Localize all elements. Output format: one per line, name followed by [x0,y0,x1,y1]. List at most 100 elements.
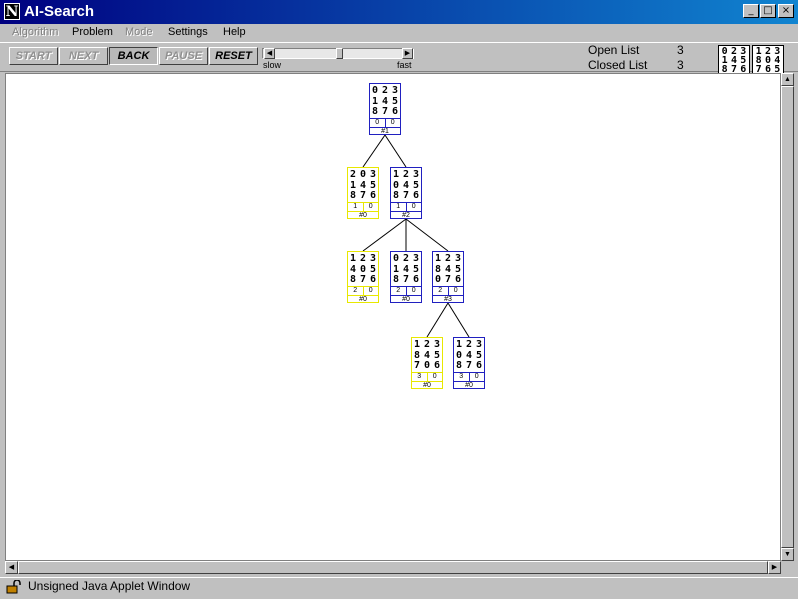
board-tile: 7 [402,274,410,286]
node-board: 123405876 [348,252,378,286]
board-tile: 0 [423,360,431,372]
tree-node[interactable]: 1 2 3 0 4 5 8 7 6 1 0 #2 [390,167,422,219]
tree-node[interactable]: 1 2 3 4 0 5 8 7 6 2 0 #0 [347,251,379,303]
menu-problem[interactable]: Problem [72,25,113,39]
tree-edge [405,218,449,252]
tree-node[interactable]: 2 0 3 1 4 5 8 7 6 1 0 #0 [347,167,379,219]
node-g-cost: 1 [348,203,364,211]
minimize-button[interactable]: _ [743,4,759,18]
speed-fast-label: fast [397,60,412,70]
board-tile: 8 [349,274,357,286]
board-tile: 8 [349,190,357,202]
tree-node[interactable]: 0 2 3 1 4 5 8 7 6 2 0 #0 [390,251,422,303]
board-tile: 6 [475,360,483,372]
tree-node[interactable]: 0 2 3 1 4 5 8 7 6 0 0 #1 [369,83,401,135]
node-id-label: #0 [391,295,421,304]
board-tile: 7 [359,274,367,286]
board-tile: 6 [412,274,420,286]
speed-slow-label: slow [263,60,282,70]
board-tile: 6 [412,190,420,202]
node-costs: 20 [391,286,421,295]
closed-list-label: Closed List [588,58,648,72]
node-h-cost: 0 [474,373,479,380]
board-tile: 7 [444,274,452,286]
pause-button[interactable]: PAUSE [159,47,208,65]
node-board: 123845706 [412,338,442,372]
menu-settings[interactable]: Settings [168,25,208,39]
board-tile: 8 [455,360,463,372]
toolbar: START NEXT BACK PAUSE RESET ◀ ▶ slow fas… [0,42,798,75]
menu-bar [0,24,798,42]
node-id-label: #0 [348,211,378,220]
scroll-up-icon[interactable]: ▲ [781,73,794,86]
node-id-label: #3 [433,295,463,304]
node-h-cost: 0 [368,203,373,210]
board-tile: 6 [369,190,377,202]
close-button[interactable]: × [778,4,794,18]
tree-edge [426,302,449,338]
start-button[interactable]: START [9,47,58,65]
board-tile: 8 [392,190,400,202]
node-id-label: #2 [391,211,421,220]
tree-edge [447,302,470,338]
menu-help[interactable]: Help [223,25,246,39]
node-h-cost: 0 [432,373,437,380]
node-board: 203145876 [348,168,378,202]
menu-algorithm[interactable]: Algorithm [12,25,58,39]
maximize-button[interactable]: □ [760,4,776,18]
node-h-cost: 0 [390,119,395,126]
tree-node[interactable]: 1 2 3 8 4 5 7 0 6 3 0 #0 [411,337,443,389]
node-id-label: #0 [454,381,484,390]
tree-node[interactable]: 1 2 3 0 4 5 8 7 6 3 0 #0 [453,337,485,389]
node-board: 123045876 [391,168,421,202]
node-h-cost: 0 [411,287,416,294]
board-tile: 0 [434,274,442,286]
closed-list-count: 3 [677,58,684,72]
netscape-logo-icon[interactable]: N [4,3,20,20]
board-tile: 6 [391,106,399,118]
status-text: Unsigned Java Applet Window [28,579,191,593]
menu-mode[interactable]: Mode [125,25,153,39]
node-g-cost: 2 [433,287,449,295]
node-g-cost: 2 [391,287,407,295]
horizontal-scroll-thumb[interactable] [18,561,768,574]
node-g-cost: 3 [412,373,428,381]
speed-slider-thumb[interactable] [336,48,343,59]
node-board: 023145876 [391,252,421,286]
node-costs: 20 [348,286,378,295]
board-tile: 6 [369,274,377,286]
tree-edge [362,218,407,252]
node-board: 123845076 [433,252,463,286]
node-g-cost: 2 [348,287,364,295]
board-tile: 6 [454,274,462,286]
board-tile: 6 [433,360,441,372]
scroll-down-icon[interactable]: ▼ [781,548,794,561]
node-costs: 30 [454,372,484,381]
node-h-cost: 0 [368,287,373,294]
board-tile: 7 [381,106,389,118]
next-button[interactable]: NEXT [59,47,108,65]
scroll-right-icon[interactable]: ▶ [768,561,781,574]
unlocked-padlock-icon [6,580,21,594]
board-tile: 7 [465,360,473,372]
node-board: 123045876 [454,338,484,372]
title-bar [0,0,798,24]
vertical-scroll-thumb[interactable] [781,86,794,548]
node-id-label: #0 [412,381,442,390]
scroll-left-icon[interactable]: ◀ [5,561,18,574]
back-button[interactable]: BACK [109,47,158,65]
board-tile: 7 [402,190,410,202]
reset-button[interactable]: RESET [209,47,258,65]
node-g-cost: 3 [454,373,470,381]
slider-right-arrow-icon[interactable]: ▶ [402,48,413,59]
tree-edges [362,134,470,338]
node-costs: 10 [391,202,421,211]
node-h-cost: 0 [453,287,458,294]
board-tile: 7 [359,190,367,202]
tree-edge [384,134,407,168]
open-list-label: Open List [588,43,640,57]
goal-state-box: 123804765 [752,45,784,75]
node-costs: 00 [370,118,400,127]
tree-node[interactable]: 1 2 3 8 4 5 0 7 6 2 0 #3 [432,251,464,303]
slider-left-arrow-icon[interactable]: ◀ [264,48,275,59]
